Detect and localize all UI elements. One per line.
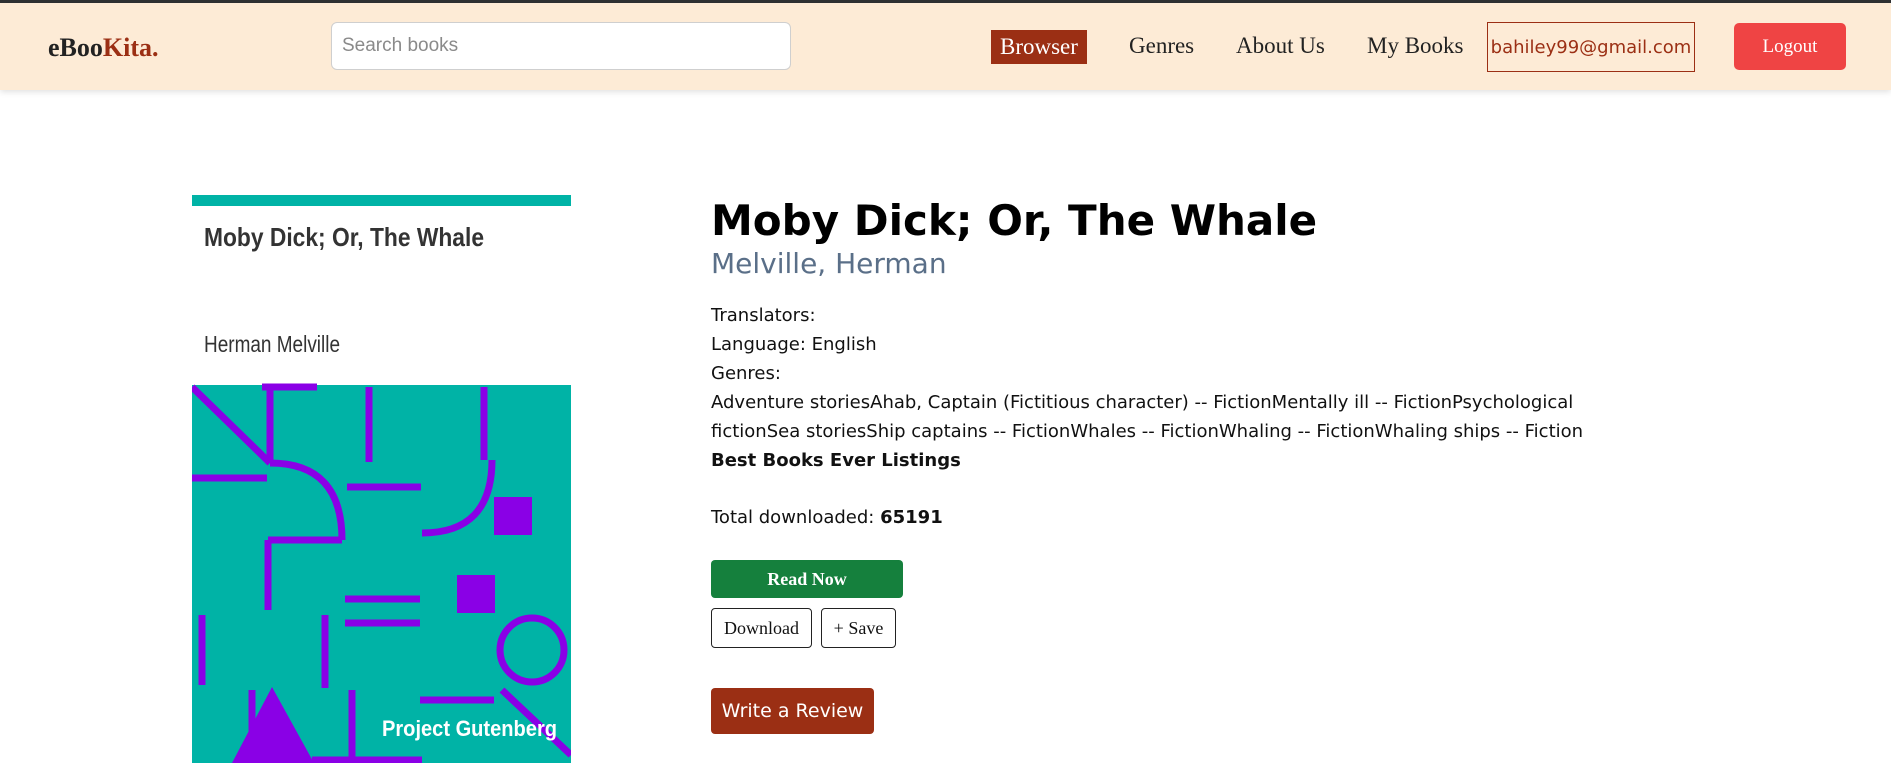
cover-top-bar: [192, 195, 571, 206]
language-label: Language:: [711, 334, 806, 355]
save-button[interactable]: + Save: [821, 608, 896, 648]
cover-title: Moby Dick; Or, The Whale: [204, 222, 484, 252]
translators-row: Translators:: [711, 301, 816, 330]
brand-name-part1: eBoo: [48, 33, 103, 62]
language-row: Language: English: [711, 330, 877, 359]
download-button[interactable]: Download: [711, 608, 812, 648]
bookshelf-label: Best Books Ever Listings: [711, 450, 961, 471]
language-value: English: [811, 334, 877, 355]
nav-my-books[interactable]: My Books: [1367, 33, 1464, 59]
downloads-row: Total downloaded: 65191: [711, 503, 943, 532]
downloads-label: Total downloaded:: [711, 507, 875, 528]
read-now-button[interactable]: Read Now: [711, 560, 903, 598]
brand-name-part2: Kita.: [102, 33, 159, 62]
cover-art: [192, 383, 571, 763]
logout-button[interactable]: Logout: [1734, 23, 1846, 70]
book-cover: Moby Dick; Or, The Whale Herman Melville: [192, 195, 571, 763]
cover-publisher: Project Gutenberg: [382, 716, 557, 741]
genres-list: Adventure storiesAhab, Captain (Fictitio…: [711, 392, 1584, 442]
downloads-count: 65191: [880, 507, 943, 528]
book-author[interactable]: Melville, Herman: [711, 247, 947, 280]
search-input[interactable]: [331, 22, 791, 70]
translators-label: Translators:: [711, 305, 816, 326]
cover-author: Herman Melville: [204, 331, 340, 357]
genres-label: Genres:: [711, 363, 781, 384]
write-review-button[interactable]: Write a Review: [711, 688, 874, 734]
brand-logo[interactable]: eBooKita.: [48, 33, 159, 63]
nav-about-us[interactable]: About Us: [1236, 33, 1325, 59]
user-email-button[interactable]: bahiley99@gmail.com: [1487, 22, 1695, 72]
book-title: Moby Dick; Or, The Whale: [711, 196, 1318, 245]
nav-browser[interactable]: Browser: [991, 30, 1087, 64]
nav-genres[interactable]: Genres: [1129, 33, 1194, 59]
navbar: eBooKita. Browser Genres About Us My Boo…: [0, 3, 1891, 90]
